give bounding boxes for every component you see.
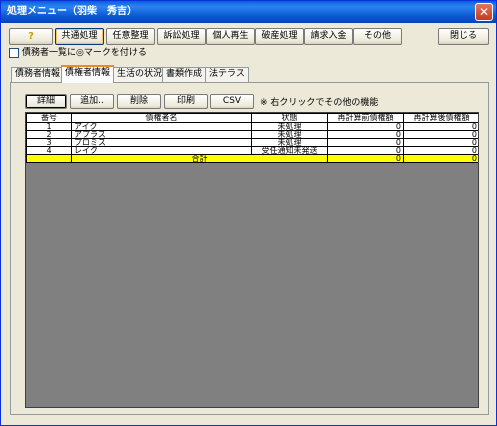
delete-button[interactable]: 削除 — [117, 94, 161, 109]
col-header-amount-after[interactable]: 再計算後債権額 — [403, 113, 478, 123]
table-row[interactable]: 2 アプラス 未処理 0 0 — [26, 130, 478, 139]
col-header-status[interactable]: 状態 — [251, 113, 328, 123]
total-number-cell — [26, 154, 72, 163]
row-amount-before: 0 — [327, 146, 404, 155]
help-icon: ? — [28, 31, 34, 42]
row-amount-before: 0 — [327, 122, 404, 131]
tab-houterasu[interactable]: 法テラス — [205, 67, 249, 82]
table-row[interactable]: 4 レイク 受任通知未発送 0 0 — [26, 146, 478, 155]
mark-checkbox-row[interactable]: 債務者一覧に◎マークを付ける — [9, 47, 147, 61]
window-close-button[interactable]: ✕ — [475, 3, 493, 21]
col-header-amount-before[interactable]: 再計算前債権額 — [327, 113, 404, 123]
total-row: 合計 0 0 — [26, 154, 478, 163]
row-number: 2 — [26, 130, 72, 139]
table-row[interactable]: 3 プロミス 未処理 0 0 — [26, 138, 478, 147]
right-click-note: ※ 右クリックでその他の機能 — [260, 98, 379, 108]
tab-creditor-info[interactable]: 債権者情報 — [61, 65, 115, 83]
row-status: 未処理 — [251, 138, 328, 147]
row-number: 1 — [26, 122, 72, 131]
row-status: 未処理 — [251, 122, 328, 131]
row-creditor-name: アイク — [71, 122, 252, 131]
litigation-button[interactable]: 訴訟処理 — [157, 28, 206, 45]
tab-living-status[interactable]: 生活の状況 — [113, 67, 167, 82]
col-header-number[interactable]: 番号 — [26, 113, 72, 123]
total-label: 合計 — [71, 154, 328, 163]
mark-checkbox[interactable] — [9, 47, 19, 58]
row-number: 3 — [26, 138, 72, 147]
csv-button[interactable]: CSV — [210, 94, 254, 109]
row-amount-after: 0 — [403, 130, 478, 139]
creditor-table: 番号 債権者名 状態 再計算前債権額 再計算後債権額 1 アイク 未処理 0 0 — [26, 113, 478, 163]
row-amount-after: 0 — [403, 122, 478, 131]
total-amount-after: 0 — [403, 154, 478, 163]
row-amount-after: 0 — [403, 138, 478, 147]
creditor-grid[interactable]: 番号 債権者名 状態 再計算前債権額 再計算後債権額 1 アイク 未処理 0 0 — [25, 112, 479, 408]
claim-payment-button[interactable]: 請求入金 — [304, 28, 353, 45]
print-button[interactable]: 印刷 — [164, 94, 208, 109]
row-amount-after: 0 — [403, 146, 478, 155]
row-creditor-name: レイク — [71, 146, 252, 155]
detail-button[interactable]: 詳細 — [25, 94, 67, 109]
col-header-creditor-name[interactable]: 債権者名 — [71, 113, 252, 123]
window-title: 処理メニュー（羽柴 秀吉） — [7, 6, 137, 17]
row-amount-before: 0 — [327, 130, 404, 139]
row-number: 4 — [26, 146, 72, 155]
table-row[interactable]: 1 アイク 未処理 0 0 — [26, 122, 478, 131]
row-status: 受任通知未発送 — [251, 146, 328, 155]
row-creditor-name: プロミス — [71, 138, 252, 147]
total-amount-before: 0 — [327, 154, 404, 163]
close-button[interactable]: 閉じる — [438, 28, 489, 45]
voluntary-arrangement-button[interactable]: 任意整理 — [106, 28, 155, 45]
tab-debtor-info[interactable]: 債務者情報 — [11, 67, 65, 82]
tab-document-creation[interactable]: 書類作成 — [162, 67, 207, 82]
title-bar: 処理メニュー（羽柴 秀吉） ✕ — [1, 1, 496, 23]
personal-rehabilitation-button[interactable]: 個人再生 — [206, 28, 255, 45]
other-button[interactable]: その他 — [353, 28, 402, 45]
row-amount-before: 0 — [327, 138, 404, 147]
row-status: 未処理 — [251, 130, 328, 139]
row-creditor-name: アプラス — [71, 130, 252, 139]
processing-menu-window: 処理メニュー（羽柴 秀吉） ✕ ? 共通処理 任意整理 訴訟処理 個人再生 破産… — [0, 0, 497, 426]
add-button[interactable]: 追加.. — [70, 94, 114, 109]
common-processing-button[interactable]: 共通処理 — [55, 28, 104, 45]
mark-checkbox-label: 債務者一覧に◎マークを付ける — [22, 48, 147, 58]
creditor-info-panel: 詳細 追加.. 削除 印刷 CSV ※ 右クリックでその他の機能 番号 債権者名… — [10, 82, 489, 415]
help-button[interactable]: ? — [9, 28, 53, 45]
bankruptcy-button[interactable]: 破産処理 — [255, 28, 304, 45]
